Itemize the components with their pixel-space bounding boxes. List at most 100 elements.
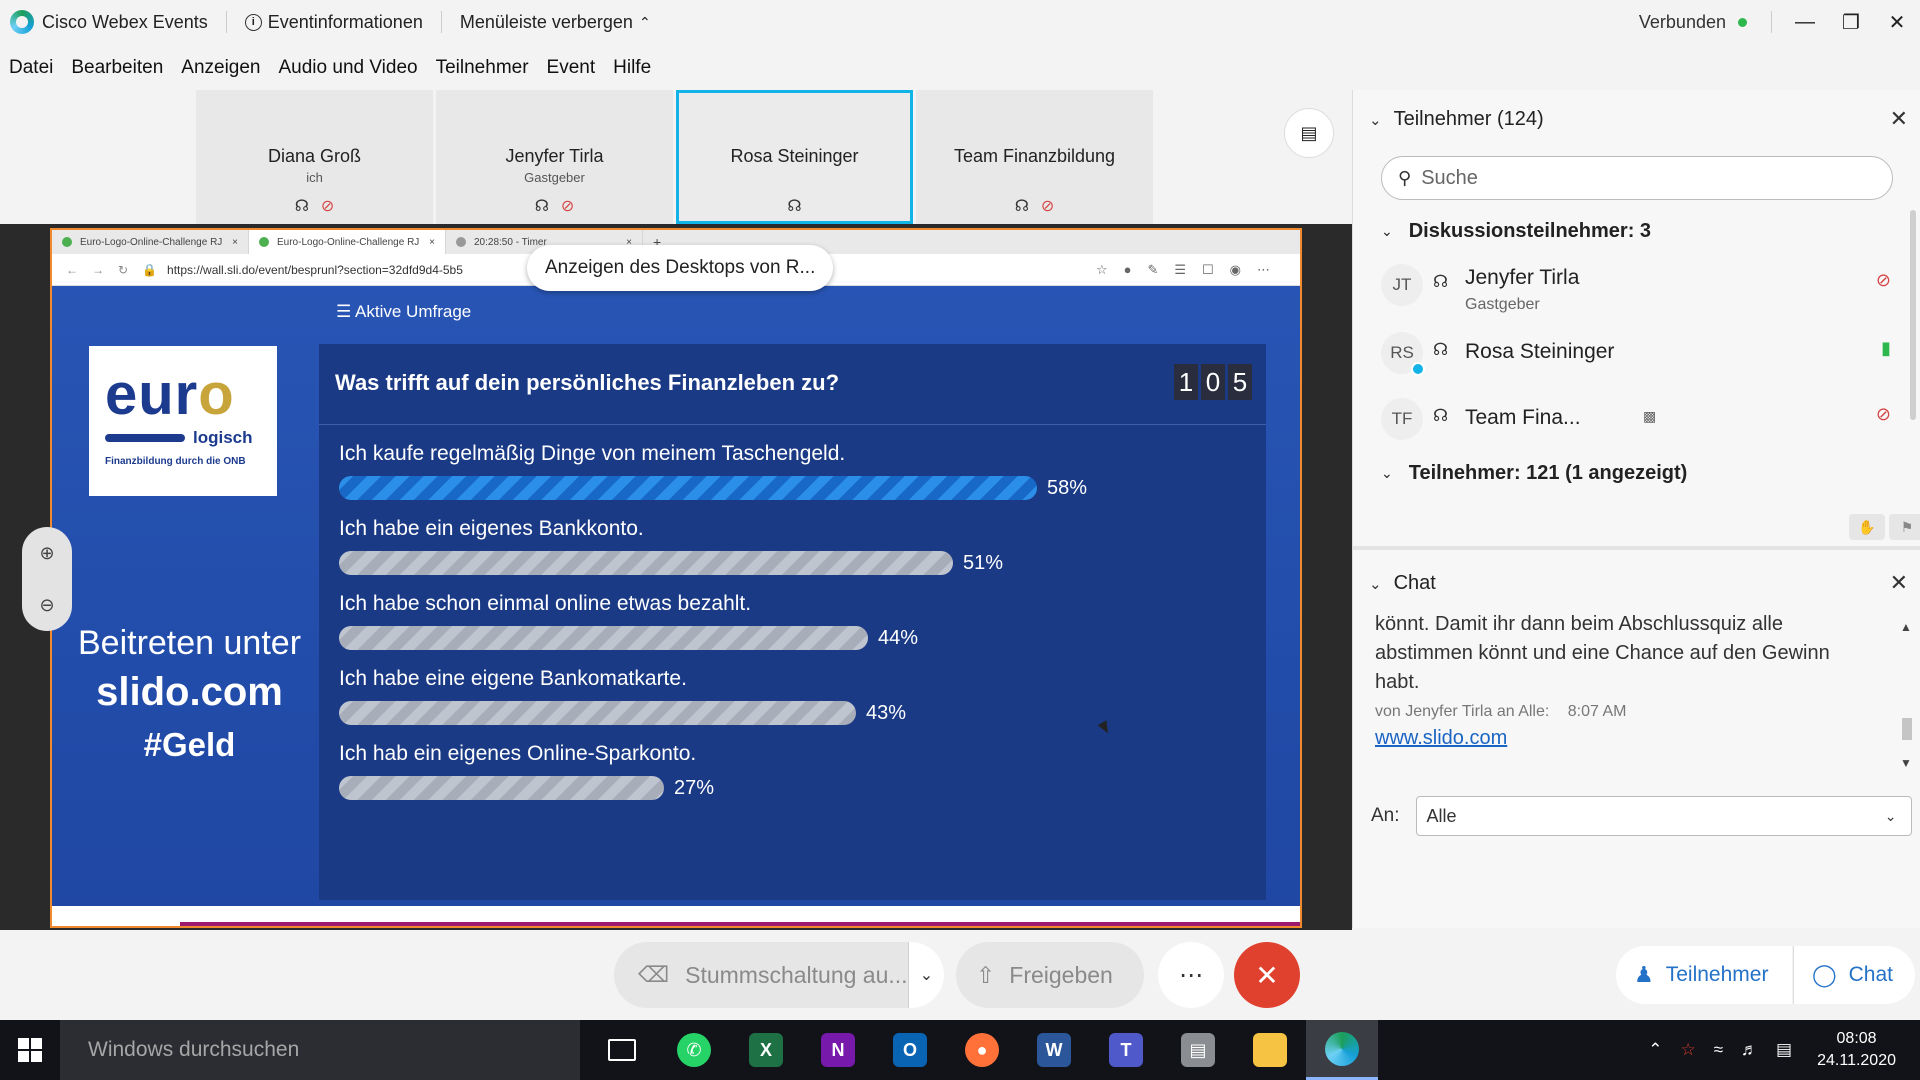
chat-panel-button[interactable]: ◯ Chat <box>1793 946 1915 1004</box>
avatar-initials: RS <box>1390 343 1414 362</box>
avatar: JT <box>1381 264 1423 306</box>
scroll-up-icon[interactable]: ▲ <box>1900 620 1912 634</box>
tile-name: Jenyfer Tirla <box>505 146 604 166</box>
show-hidden-icons-icon[interactable]: ⌃ <box>1648 1040 1662 1060</box>
attendees-section-header[interactable]: ⌄ Teilnehmer: 121 (1 angezeigt) <box>1381 462 1687 485</box>
taskbar-clock[interactable]: 08:08 24.11.2020 <box>1817 1028 1896 1072</box>
zoom-out-icon[interactable]: ⊖ <box>39 595 54 616</box>
browser-tab[interactable]: Euro-Logo-Online-Challenge RJ × <box>52 230 249 254</box>
browser-nav-icons[interactable]: ←→↻ <box>66 263 142 277</box>
close-tab-icon[interactable]: × <box>423 237 435 248</box>
browser-toolbar-icons[interactable]: ☆●✎☰☐◉⋯ <box>1096 262 1286 278</box>
participant-row[interactable]: JT ☊ Jenyfer Tirla Gastgeber ⊘ <box>1381 258 1901 316</box>
onenote-icon: N <box>821 1033 855 1067</box>
lock-icon: 🔒 <box>142 262 158 277</box>
restore-button[interactable]: ❐ <box>1828 0 1874 44</box>
mute-button[interactable]: ⌫ Stummschaltung au... ⌄ <box>614 942 944 1008</box>
participants-panel-button[interactable]: ♟ Teilnehmer <box>1616 946 1792 1004</box>
chat-scrollbar[interactable]: ▲ ▼ <box>1900 620 1914 770</box>
onenote-app[interactable]: N <box>802 1020 874 1080</box>
menu-audio-video[interactable]: Audio und Video <box>279 57 418 79</box>
close-window-button[interactable]: ✕ <box>1874 0 1920 44</box>
notification-icon[interactable]: ▤ <box>1776 1040 1792 1060</box>
close-chat-button[interactable]: ✕ <box>1890 570 1908 596</box>
logo-euro-text: euro <box>105 362 235 427</box>
participant-search-input[interactable]: ⚲ Suche <box>1381 156 1893 200</box>
desktop-share-indicator[interactable]: Anzeigen des Desktops von R... <box>527 245 834 291</box>
participant-name: Jenyfer Tirla <box>1465 266 1580 289</box>
windows-logo-icon <box>18 1038 42 1062</box>
file-explorer-app[interactable] <box>1234 1020 1306 1080</box>
headset-icon: ☊ <box>1433 340 1449 359</box>
start-button[interactable] <box>0 1020 60 1080</box>
participant-row[interactable]: TF ☊ Team Fina... ▩ ⊘ <box>1381 392 1901 450</box>
search-placeholder: Suche <box>1421 166 1478 189</box>
share-button[interactable]: ⇧ Freigeben <box>956 942 1144 1008</box>
browser-tab-selected[interactable]: Euro-Logo-Online-Challenge RJ × <box>249 230 446 254</box>
acrobat-icon[interactable]: ☆ <box>1680 1040 1695 1060</box>
whatsapp-app[interactable]: ✆ <box>658 1020 730 1080</box>
teams-icon: T <box>1109 1033 1143 1067</box>
leave-meeting-button[interactable]: ✕ <box>1234 942 1300 1008</box>
video-tile[interactable]: Diana Groß ich ☊ ⊘ <box>196 90 433 224</box>
excel-app[interactable]: X <box>730 1020 802 1080</box>
chevron-down-icon: ⌄ <box>1381 223 1393 239</box>
chat-sender: von Jenyfer Tirla an Alle: <box>1375 703 1550 720</box>
mic-active-icon[interactable]: ▮ <box>1881 338 1891 359</box>
counter-digit: 1 <box>1174 364 1198 400</box>
chevron-up-icon: ⌃ <box>638 13 651 30</box>
close-participants-button[interactable]: ✕ <box>1890 106 1908 132</box>
video-tile-active-speaker[interactable]: Rosa Steininger ☊ <box>676 90 913 224</box>
participants-scrollbar[interactable] <box>1910 210 1916 420</box>
menu-edit[interactable]: Bearbeiten <box>71 57 163 79</box>
webex-window: Cisco Webex Events i Eventinformationen … <box>0 0 1920 1080</box>
video-tile[interactable]: Team Finanzbildung ☊ ⊘ <box>916 90 1153 224</box>
event-info-button[interactable]: i Eventinformationen <box>244 12 423 33</box>
word-app[interactable]: W <box>1018 1020 1090 1080</box>
participants-header[interactable]: ⌄ Teilnehmer (124) <box>1369 108 1544 131</box>
menu-view[interactable]: Anzeigen <box>181 57 260 79</box>
volume-icon[interactable]: ♬ <box>1741 1040 1758 1060</box>
taskbar-search-input[interactable]: Windows durchsuchen <box>60 1020 580 1080</box>
menu-event[interactable]: Event <box>547 57 596 79</box>
layout-button[interactable]: ▤ <box>1284 108 1334 158</box>
menu-participants[interactable]: Teilnehmer <box>436 57 529 79</box>
raise-hand-icon[interactable]: ✋ <box>1849 514 1885 540</box>
audio-options-dropdown[interactable]: ⌄ <box>908 942 944 1008</box>
outlook-app[interactable]: O <box>874 1020 946 1080</box>
poll-option-label: Ich hab ein eigenes Online-Sparkonto. <box>339 742 697 765</box>
webex-app-active[interactable] <box>1306 1020 1378 1080</box>
participant-row[interactable]: RS ☊ Rosa Steininger ▮ <box>1381 326 1901 384</box>
signal-strength-icon: ▩ <box>1643 408 1657 424</box>
zoom-in-icon[interactable]: ⊕ <box>39 543 54 564</box>
menu-help[interactable]: Hilfe <box>613 57 651 79</box>
mic-muted-icon[interactable]: ⊘ <box>1876 270 1891 291</box>
chat-link[interactable]: www.slido.com <box>1375 723 1865 753</box>
minimize-button[interactable]: — <box>1782 0 1828 44</box>
address-url[interactable]: https://wall.sli.do/event/besprunl?secti… <box>167 263 463 277</box>
title-bar: Cisco Webex Events i Eventinformationen … <box>0 0 1920 44</box>
files-app[interactable]: ▤ <box>1162 1020 1234 1080</box>
hide-menu-button[interactable]: Menüleiste verbergen ⌃ <box>460 12 651 33</box>
chat-header[interactable]: ⌄ Chat <box>1369 572 1436 595</box>
more-options-button[interactable]: ⋯ <box>1158 942 1224 1008</box>
lower-hand-icon[interactable]: ⚑ <box>1889 514 1920 540</box>
mic-muted-icon[interactable]: ⊘ <box>1876 404 1891 425</box>
menu-file[interactable]: Datei <box>9 57 53 79</box>
panelists-section-header[interactable]: ⌄ Diskussionsteilnehmer: 3 <box>1381 220 1651 243</box>
mute-label: Stummschaltung au... <box>685 961 908 988</box>
poll-option-label: Ich habe eine eigene Bankomatkarte. <box>339 667 687 690</box>
poll-option-percent: 27% <box>674 777 715 799</box>
close-tab-icon[interactable]: × <box>226 237 238 248</box>
recipient-select[interactable]: Alle ⌄ <box>1415 796 1912 836</box>
participants-title: Teilnehmer (124) <box>1393 108 1544 130</box>
task-view-button[interactable] <box>586 1020 658 1080</box>
poll-option: Ich habe eine eigene Bankomatkarte. 43% <box>339 667 1259 743</box>
scroll-down-icon[interactable]: ▼ <box>1900 756 1912 770</box>
teams-app[interactable]: T <box>1090 1020 1162 1080</box>
scroll-thumb[interactable] <box>1902 718 1912 740</box>
firefox-app[interactable]: ● <box>946 1020 1018 1080</box>
wifi-icon[interactable]: ≈ <box>1714 1040 1723 1060</box>
video-tile[interactable]: Jenyfer Tirla Gastgeber ☊ ⊘ <box>436 90 673 224</box>
title-divider <box>440 11 442 33</box>
